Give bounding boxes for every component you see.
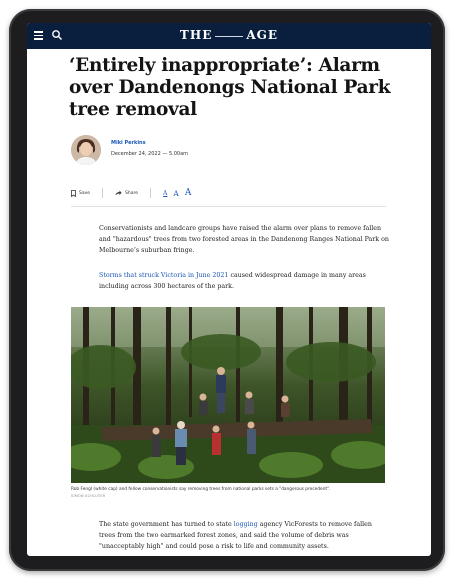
toolbar-divider-rule [71, 206, 386, 207]
save-label: Save [79, 190, 91, 196]
article-toolbar: Save Share A A A [71, 185, 391, 201]
logo-text-the: THE [179, 28, 213, 42]
logo-crest [215, 29, 244, 37]
logging-link[interactable]: logging [234, 521, 258, 528]
text-size-small-button[interactable]: A [163, 190, 167, 197]
text-size-medium-button[interactable]: A [173, 189, 178, 198]
save-button[interactable]: Save [71, 189, 91, 197]
article-photo[interactable] [71, 307, 385, 483]
article-paragraph-3: The state government has turned to state… [99, 519, 389, 552]
article-paragraph-1: Conservationists and landcare groups hav… [99, 225, 389, 254]
forest-photo-illustration [71, 307, 385, 483]
bookmark-icon [71, 189, 76, 197]
toolbar-divider [150, 188, 152, 198]
photo-caption: Rob Fengl (white cap) and fellow conserv… [71, 487, 331, 492]
share-label: Share [125, 190, 139, 196]
browser-screen: THE AGE ‘Entirely inappropriate’: Alarm o… [27, 23, 431, 556]
article-headline: ‘Entirely inappropriate’: Alarm over Dan… [69, 55, 391, 120]
share-icon [115, 190, 122, 196]
author-link[interactable]: Miki Perkins [111, 140, 146, 146]
share-button[interactable]: Share [115, 190, 138, 196]
paragraph-3-text-pre: The state government has turned to state [99, 521, 234, 528]
publish-date: December 24, 2022 — 5.00am [111, 151, 189, 157]
author-avatar[interactable] [71, 135, 101, 165]
photo-credit: SIMON SCHLUTER [71, 494, 106, 498]
text-size-large-button[interactable]: A [185, 188, 192, 198]
toolbar-divider [102, 188, 104, 198]
site-header: THE AGE [27, 23, 431, 49]
logo-text-age: AGE [246, 28, 279, 42]
site-logo[interactable]: THE AGE [27, 28, 431, 42]
storms-link[interactable]: Storms that struck Victoria in June 2021 [99, 272, 228, 279]
article-paragraph-2: Storms that struck Victoria in June 2021… [99, 270, 389, 292]
